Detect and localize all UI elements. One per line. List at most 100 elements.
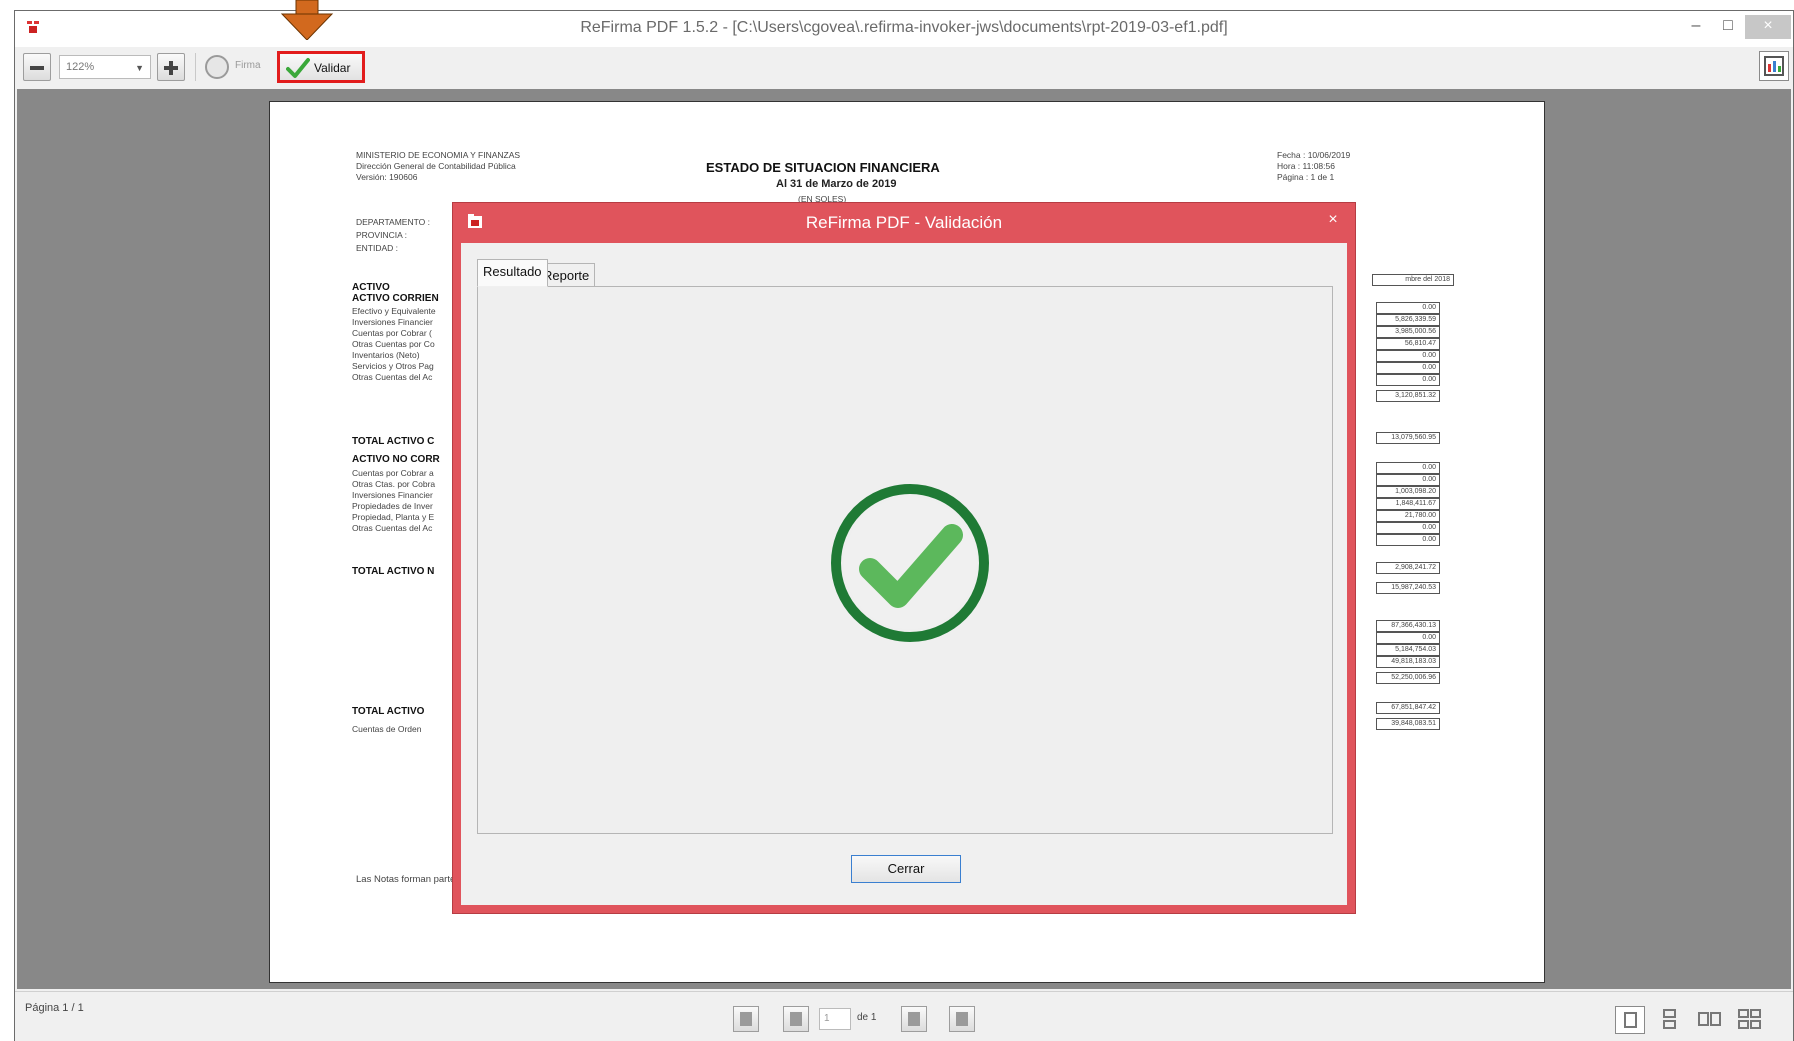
minus-icon xyxy=(30,66,44,70)
arrow-down-icon xyxy=(908,1012,920,1026)
line-item: Otras Cuentas del Ac xyxy=(352,372,433,382)
cerrar-button[interactable]: Cerrar xyxy=(851,855,961,883)
header-line: Hora : 11:08:56 xyxy=(1277,161,1335,171)
close-window-button[interactable]: × xyxy=(1745,15,1791,39)
dialog-close-button[interactable]: × xyxy=(1319,207,1347,233)
minimize-button[interactable]: – xyxy=(1681,15,1711,39)
dialog-title: ReFirma PDF - Validación xyxy=(805,213,1003,232)
last-page-button[interactable] xyxy=(949,1006,975,1032)
chevron-down-icon: ▼ xyxy=(135,63,144,73)
value-cell: 0.00 xyxy=(1376,632,1440,644)
report-icon[interactable] xyxy=(1759,51,1789,81)
value-cell: 1,003,098.20 xyxy=(1376,486,1440,498)
zoom-select[interactable]: 122% ▼ xyxy=(59,55,151,79)
check-circle-icon xyxy=(831,484,989,642)
value-cell: 3,985,000.56 xyxy=(1376,326,1440,338)
corriente-items: Efectivo y Equivalente Inversiones Finan… xyxy=(352,306,436,383)
value-total: 67,851,847.42 xyxy=(1376,702,1440,714)
plus-icon-vertical xyxy=(169,61,173,75)
toolbar: 122% ▼ Firma Validar xyxy=(15,47,1793,89)
value-cell: 0.00 xyxy=(1376,522,1440,534)
toolbar-separator xyxy=(195,53,196,81)
line-item: Efectivo y Equivalente xyxy=(352,306,436,316)
value-total: 15,987,240.53 xyxy=(1376,582,1440,594)
validar-label: Validar xyxy=(314,61,351,75)
firma-button[interactable]: Firma xyxy=(205,55,265,79)
previous-page-button[interactable] xyxy=(783,1006,809,1032)
arrow-up-icon xyxy=(790,1012,802,1026)
document-subtitle: Al 31 de Marzo de 2019 xyxy=(776,178,897,190)
first-page-button[interactable] xyxy=(733,1006,759,1032)
zoom-in-button[interactable] xyxy=(157,53,185,81)
facing-page-icon-right xyxy=(1710,1012,1721,1026)
line-item: Propiedad, Planta y E xyxy=(352,512,435,522)
arrow-down-callout-icon xyxy=(280,0,334,40)
value-cell: 1,848,411.67 xyxy=(1376,498,1440,510)
grid-page-icon xyxy=(1738,1009,1749,1018)
no-corriente-items: Cuentas por Cobrar a Otras Ctas. por Cob… xyxy=(352,468,435,534)
maximize-button[interactable]: □ xyxy=(1713,15,1743,39)
value-cell: 56,810.47 xyxy=(1376,338,1440,350)
line-item: Inventarios (Neto) xyxy=(352,350,420,360)
grid-page-icon-4 xyxy=(1750,1020,1761,1029)
line-item: Cuentas por Cobrar ( xyxy=(352,328,432,338)
line-item: Propiedades de Inver xyxy=(352,501,433,511)
header-line: Fecha : 10/06/2019 xyxy=(1277,150,1351,160)
value-cell: 0.00 xyxy=(1376,534,1440,546)
zoom-out-button[interactable] xyxy=(23,53,51,81)
value-cell: 39,848,083.51 xyxy=(1376,718,1440,730)
cuentas-de-orden: Cuentas de Orden xyxy=(352,724,422,734)
line-item: Cuentas por Cobrar a xyxy=(352,468,434,478)
continuous-view-button[interactable] xyxy=(1655,1006,1685,1034)
single-page-icon xyxy=(1624,1012,1637,1028)
value-total: 2,908,241.72 xyxy=(1376,562,1440,574)
value-cell: 0.00 xyxy=(1376,362,1440,374)
last-page-icon xyxy=(956,1012,968,1026)
zoom-value: 122% xyxy=(66,61,95,73)
value-total: 13,079,560.95 xyxy=(1376,432,1440,444)
value-cell: 49,818,183.03 xyxy=(1376,656,1440,668)
value-cell: 21,780.00 xyxy=(1376,510,1440,522)
value-cell: 0.00 xyxy=(1376,462,1440,474)
section-activo-no-corriente: ACTIVO NO CORR xyxy=(352,454,440,465)
validation-dialog: ReFirma PDF - Validación × Resultado Rep… xyxy=(452,202,1356,914)
line-item: Servicios y Otros Pag xyxy=(352,361,434,371)
header-line: MINISTERIO DE ECONOMIA Y FINANZAS xyxy=(356,150,521,160)
value-cell: 0.00 xyxy=(1376,474,1440,486)
value-cell: 5,826,339.59 xyxy=(1376,314,1440,326)
page-number-input[interactable]: 1 xyxy=(819,1008,851,1030)
line-item: Otras Ctas. por Cobra xyxy=(352,479,436,489)
line-item: Otras Cuentas del Ac xyxy=(352,523,433,533)
entity-info: DEPARTAMENTO : PROVINCIA : ENTIDAD : xyxy=(356,216,430,255)
total-activo: TOTAL ACTIVO xyxy=(352,706,425,717)
page-of-label: de 1 xyxy=(857,1012,877,1023)
facing-view-button[interactable] xyxy=(1695,1006,1725,1034)
line-item: Otras Cuentas por Co xyxy=(352,339,435,349)
continuous-page-icon-bottom xyxy=(1663,1020,1676,1029)
next-page-button[interactable] xyxy=(901,1006,927,1032)
dialog-body: Resultado Reporte Cerrar xyxy=(461,243,1347,905)
total-activo-corriente: TOTAL ACTIVO C xyxy=(352,436,435,447)
value-cell: 0.00 xyxy=(1376,374,1440,386)
header-left: MINISTERIO DE ECONOMIA Y FINANZAS Direcc… xyxy=(356,150,520,183)
facing-continuous-view-button[interactable] xyxy=(1735,1006,1765,1034)
line-item: Inversiones Financier xyxy=(352,490,433,500)
header-line: Dirección General de Contabilidad Públic… xyxy=(356,161,516,171)
value-cell: 3,120,851.32 xyxy=(1376,390,1440,402)
checkmark-icon xyxy=(286,58,310,78)
validar-button[interactable]: Validar xyxy=(277,51,365,83)
first-page-icon xyxy=(740,1012,752,1026)
line-item: Inversiones Financier xyxy=(352,317,433,327)
signature-seal-icon xyxy=(205,55,229,79)
value-cell: 87,366,430.13 xyxy=(1376,620,1440,632)
grid-page-icon-3 xyxy=(1738,1020,1749,1029)
firma-label: Firma xyxy=(235,60,261,71)
grid-page-icon-2 xyxy=(1750,1009,1761,1018)
info-label: PROVINCIA : xyxy=(356,230,408,240)
section-activo: ACTIVO xyxy=(352,282,390,293)
value-cell: 5,184,754.03 xyxy=(1376,644,1440,656)
column-header: mbre del 2018 xyxy=(1372,274,1454,286)
value-total: 52,250,006.96 xyxy=(1376,672,1440,684)
tab-resultado[interactable]: Resultado xyxy=(477,259,548,287)
single-page-view-button[interactable] xyxy=(1615,1006,1645,1034)
